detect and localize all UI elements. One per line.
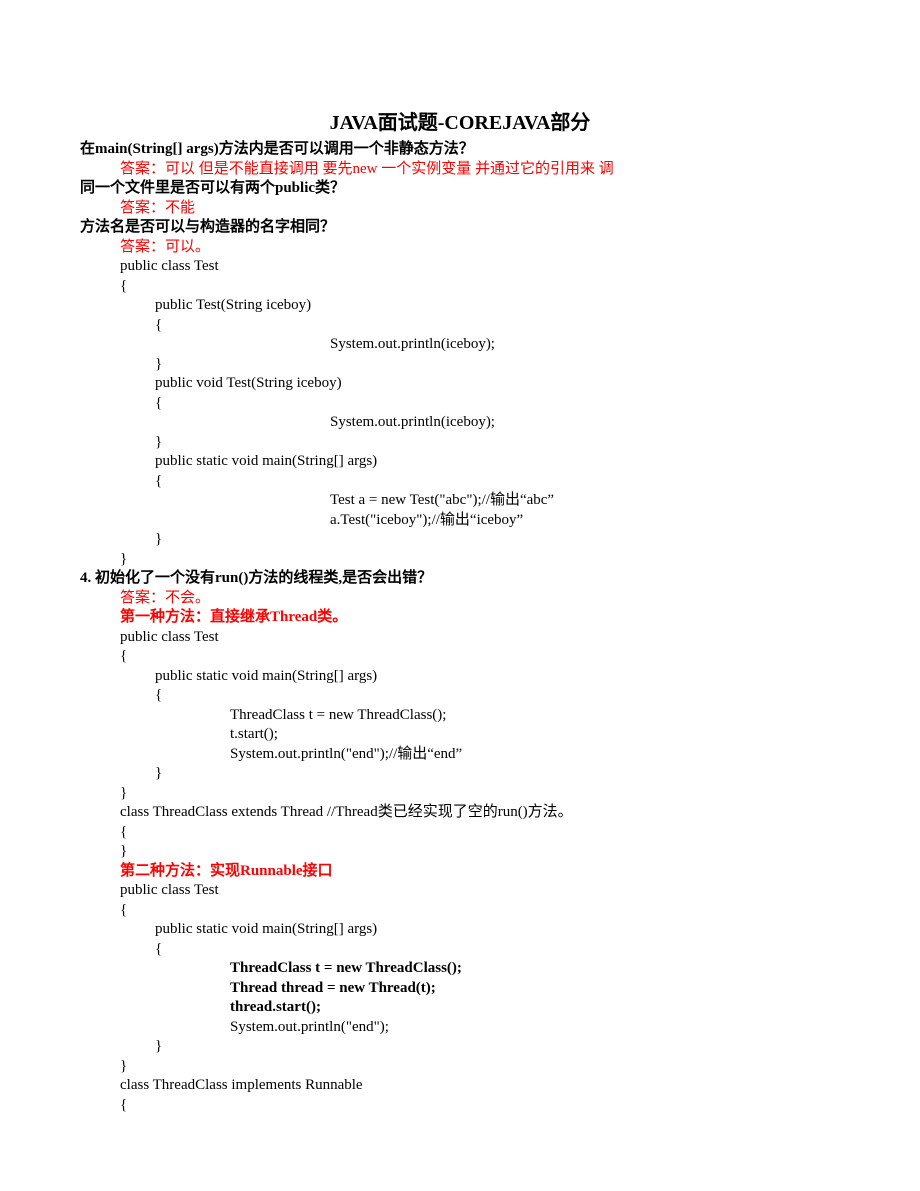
code-4a-line: t.start();: [80, 725, 840, 745]
code-4a-line: System.out.println("end");//输出“end”: [80, 745, 840, 765]
code-4a-line: {: [80, 686, 840, 706]
code-4a-line: class ThreadClass extends Thread //Threa…: [80, 803, 840, 823]
document-title: JAVA面试题-COREJAVA部分: [80, 110, 840, 136]
code-3-line: public void Test(String iceboy): [80, 374, 840, 394]
question-4: 4. 初始化了一个没有run()方法的线程类,是否会出错？: [80, 569, 840, 589]
code-4b-line: public static void main(String[] args): [80, 920, 840, 940]
code-4b-line: }: [80, 1037, 840, 1057]
code-3-line: {: [80, 316, 840, 336]
question-3: 方法名是否可以与构造器的名字相同？: [80, 218, 840, 238]
question-2: 同一个文件里是否可以有两个public类？: [80, 179, 840, 199]
code-4a-line: public static void main(String[] args): [80, 667, 840, 687]
document-page: JAVA面试题-COREJAVA部分 在main(String[] args)方…: [0, 0, 920, 1155]
code-4b-line: {: [80, 1096, 840, 1116]
answer-4: 答案：不会。: [80, 589, 840, 609]
method-4b-title: 第二种方法：实现Runnable接口: [80, 862, 840, 882]
question-1: 在main(String[] args)方法内是否可以调用一个非静态方法？: [80, 140, 840, 160]
code-4b-line: }: [80, 1057, 840, 1077]
code-3-line: }: [80, 530, 840, 550]
code-4b-line: Thread thread = new Thread(t);: [80, 979, 840, 999]
code-3-line: {: [80, 277, 840, 297]
code-3-line: public Test(String iceboy): [80, 296, 840, 316]
code-3-line: }: [80, 355, 840, 375]
answer-1: 答案：可以 但是不能直接调用 要先new 一个实例变量 并通过它的引用来 调: [80, 160, 840, 180]
code-3-line: System.out.println(iceboy);: [80, 335, 840, 355]
code-4b-line: {: [80, 940, 840, 960]
code-3-line: a.Test("iceboy");//输出“iceboy”: [80, 511, 840, 531]
code-4a-line: public class Test: [80, 628, 840, 648]
code-3-line: System.out.println(iceboy);: [80, 413, 840, 433]
code-3-line: {: [80, 394, 840, 414]
code-4a-line: }: [80, 784, 840, 804]
code-3-line: }: [80, 433, 840, 453]
code-3-line: }: [80, 550, 840, 570]
method-4a-title: 第一种方法：直接继承Thread类。: [80, 608, 840, 628]
code-4b-line: class ThreadClass implements Runnable: [80, 1076, 840, 1096]
code-3-line: {: [80, 472, 840, 492]
code-3-line: Test a = new Test("abc");//输出“abc”: [80, 491, 840, 511]
code-3-line: public class Test: [80, 257, 840, 277]
code-4b-line: thread.start();: [80, 998, 840, 1018]
code-4a-line: {: [80, 647, 840, 667]
code-4a-line: {: [80, 823, 840, 843]
code-4a-line: }: [80, 764, 840, 784]
code-4a-line: }: [80, 842, 840, 862]
code-3-line: public static void main(String[] args): [80, 452, 840, 472]
code-4a-line: ThreadClass t = new ThreadClass();: [80, 706, 840, 726]
answer-3: 答案：可以。: [80, 238, 840, 258]
code-4b-line: {: [80, 901, 840, 921]
code-4b-line: ThreadClass t = new ThreadClass();: [80, 959, 840, 979]
code-4b-line: public class Test: [80, 881, 840, 901]
answer-2: 答案：不能: [80, 199, 840, 219]
code-4b-line: System.out.println("end");: [80, 1018, 840, 1038]
